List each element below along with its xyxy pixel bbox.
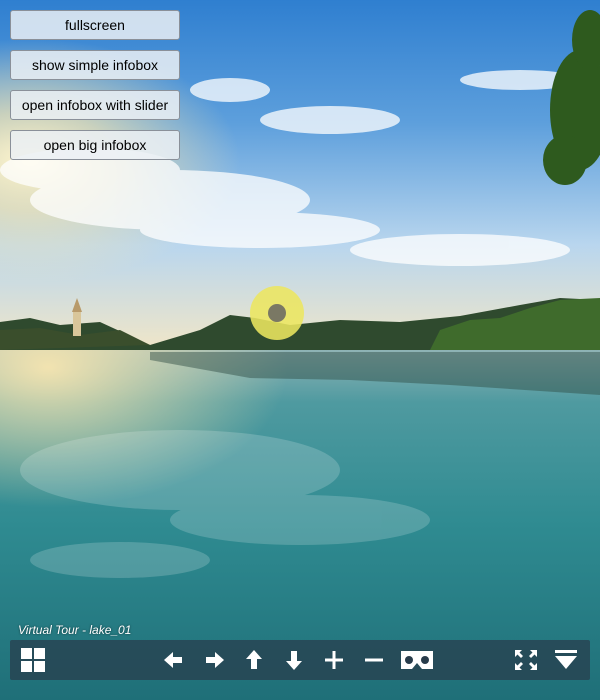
fullscreen-icon[interactable] <box>513 648 539 672</box>
hotspot-marker[interactable] <box>250 286 304 340</box>
arrow-left-icon[interactable] <box>161 648 187 672</box>
open-infobox-with-slider-button[interactable]: open infobox with slider <box>10 90 180 120</box>
zoom-out-icon[interactable] <box>361 648 387 672</box>
show-simple-infobox-button[interactable]: show simple infobox <box>10 50 180 80</box>
tour-title: Virtual Tour - lake_01 <box>18 623 132 637</box>
zoom-in-icon[interactable] <box>321 648 347 672</box>
thumbnails-icon[interactable] <box>20 648 46 672</box>
arrow-down-icon[interactable] <box>281 648 307 672</box>
hide-controls-icon[interactable] <box>553 648 579 672</box>
open-big-infobox-button[interactable]: open big infobox <box>10 130 180 160</box>
arrow-up-icon[interactable] <box>241 648 267 672</box>
fullscreen-button[interactable]: fullscreen <box>10 10 180 40</box>
arrow-right-icon[interactable] <box>201 648 227 672</box>
vr-goggles-icon[interactable] <box>399 648 435 672</box>
hotspot-core <box>268 304 286 322</box>
control-bar <box>10 640 590 680</box>
side-button-group: fullscreen show simple infobox open info… <box>10 10 180 170</box>
